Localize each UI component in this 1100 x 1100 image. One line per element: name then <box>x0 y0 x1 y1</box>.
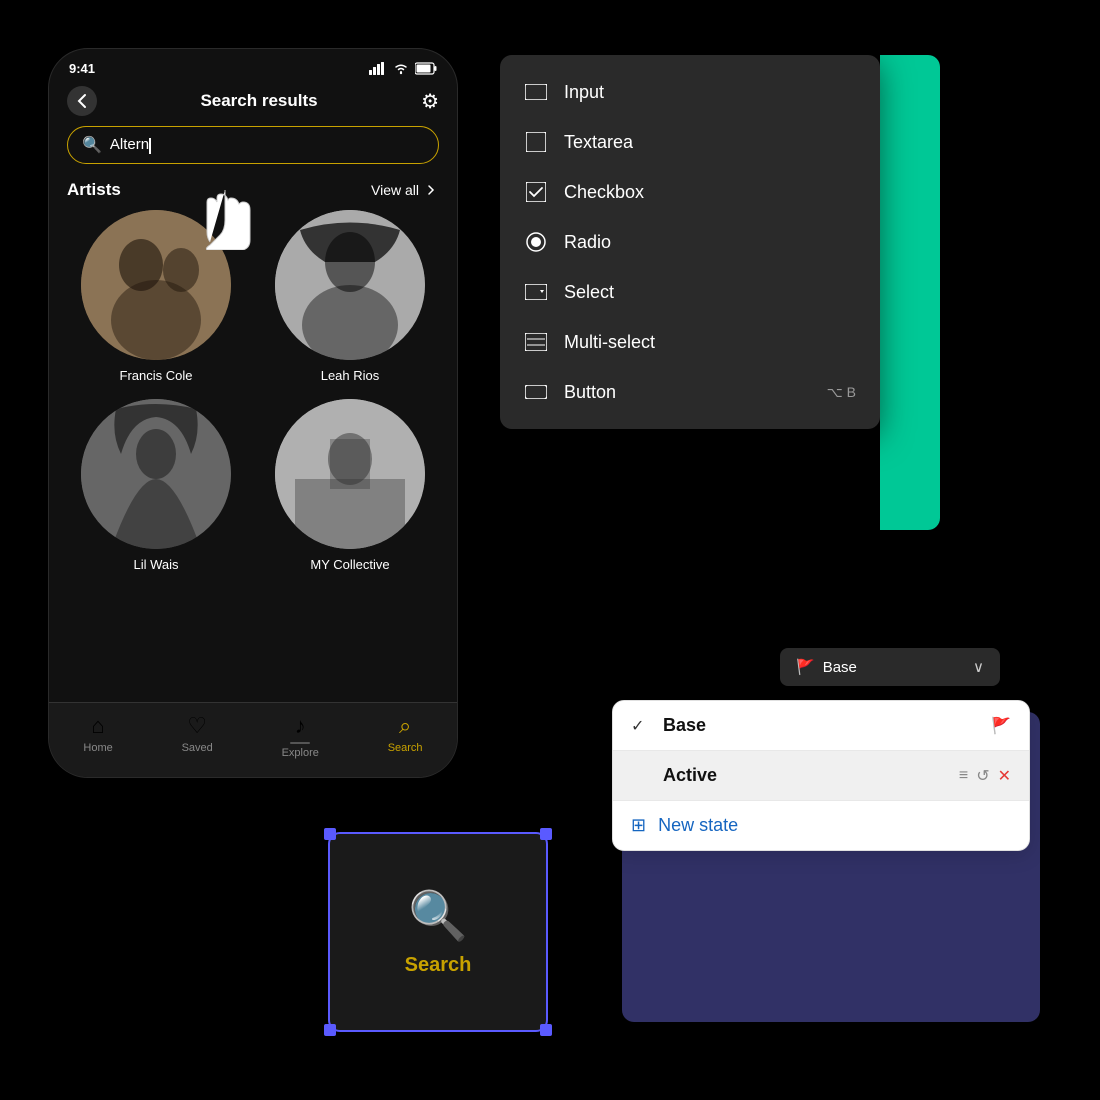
saved-icon: ♡ <box>187 713 207 739</box>
list-item[interactable]: Francis Cole <box>67 210 245 383</box>
checkbox-icon <box>524 180 548 204</box>
nav-home-label: Home <box>83 742 112 754</box>
add-state-icon: ⊞ <box>631 815 646 836</box>
artist-name: MY Collective <box>310 557 389 572</box>
radio-label: Radio <box>564 232 856 253</box>
resize-handle-tr[interactable] <box>540 828 552 840</box>
search-widget: 🔍 Search <box>328 832 548 1032</box>
nav-saved-label: Saved <box>182 742 213 754</box>
button-icon <box>524 380 548 404</box>
status-time: 9:41 <box>69 61 95 76</box>
phone-header: Search results ⚙ <box>49 80 457 124</box>
reorder-icon[interactable]: ≡ <box>959 767 968 785</box>
select-icon <box>524 280 548 304</box>
new-state-label: New state <box>658 815 738 836</box>
button-shortcut: ⌥ B <box>827 384 856 401</box>
dropdown-item-radio[interactable]: Radio <box>500 217 880 267</box>
nav-explore[interactable]: ♪ Explore <box>282 713 319 759</box>
list-item[interactable]: Lil Wais <box>67 399 245 572</box>
list-item[interactable]: MY Collective <box>261 399 439 572</box>
back-button[interactable] <box>67 86 97 116</box>
settings-button[interactable]: ⚙ <box>421 89 439 114</box>
artist-name: Lil Wais <box>133 557 178 572</box>
dropdown-item-multiselect[interactable]: Multi-select <box>500 317 880 367</box>
artists-title: Artists <box>67 180 121 200</box>
state-actions: ≡ ↺ ✕ <box>959 766 1011 786</box>
base-state-name: Base <box>663 715 979 736</box>
resize-handle-br[interactable] <box>540 1024 552 1036</box>
artist-name: Leah Rios <box>321 368 380 383</box>
wifi-icon <box>393 62 409 75</box>
state-row-new[interactable]: ⊞ New state <box>613 801 1029 850</box>
multiselect-label: Multi-select <box>564 332 856 353</box>
textarea-label: Textarea <box>564 132 856 153</box>
search-nav-icon: ⌕ <box>399 713 411 739</box>
artists-section-header: Artists View all <box>49 176 457 210</box>
avatar <box>275 210 425 360</box>
component-dropdown: Input Textarea Checkbox Radio Select Mul… <box>500 55 880 429</box>
explore-icon: ♪ <box>295 713 306 739</box>
flag-icon: 🚩 <box>796 658 815 676</box>
base-flag-icon: 🚩 <box>991 716 1011 736</box>
state-row-active[interactable]: ✓ Active ≡ ↺ ✕ <box>613 751 1029 801</box>
check-icon: ✓ <box>631 716 651 736</box>
reset-icon[interactable]: ↺ <box>976 766 989 786</box>
status-icons <box>369 62 437 75</box>
chevron-down-icon: ∨ <box>973 658 984 676</box>
search-icon: 🔍 <box>82 135 102 155</box>
state-dropdown-label: Base <box>823 659 857 676</box>
dropdown-item-checkbox[interactable]: Checkbox <box>500 167 880 217</box>
input-label: Input <box>564 82 856 103</box>
active-state-name: Active <box>663 765 947 786</box>
search-widget-label: Search <box>405 954 472 977</box>
state-panel: ✓ Base 🚩 ✓ Active ≡ ↺ ✕ ⊞ New state <box>612 700 1030 851</box>
resize-handle-tl[interactable] <box>324 828 336 840</box>
view-all-button[interactable]: View all <box>371 182 439 198</box>
radio-icon <box>524 230 548 254</box>
state-dropdown-button[interactable]: 🚩 Base ∨ <box>780 648 1000 686</box>
avatar <box>81 210 231 360</box>
list-item[interactable]: Leah Rios <box>261 210 439 383</box>
green-accent-bar <box>880 55 940 530</box>
dropdown-item-input[interactable]: Input <box>500 67 880 117</box>
bottom-nav: ⌂ Home ♡ Saved ♪ Explore ⌕ Search <box>49 702 457 777</box>
phone-mockup: 9:41 <box>48 48 458 778</box>
search-input[interactable]: Altern <box>110 136 424 153</box>
checkbox-label: Checkbox <box>564 182 856 203</box>
search-widget-icon: 🔍 <box>408 887 468 944</box>
artists-grid: Francis Cole Leah Rios <box>49 210 457 572</box>
delete-icon[interactable]: ✕ <box>998 766 1011 786</box>
nav-home[interactable]: ⌂ Home <box>83 713 112 759</box>
nav-search-label: Search <box>388 742 423 754</box>
signal-icon <box>369 62 387 75</box>
dropdown-item-select[interactable]: Select <box>500 267 880 317</box>
select-label: Select <box>564 282 856 303</box>
artist-name: Francis Cole <box>120 368 193 383</box>
status-bar: 9:41 <box>49 49 457 80</box>
input-icon <box>524 80 548 104</box>
avatar <box>81 399 231 549</box>
resize-handle-bl[interactable] <box>324 1024 336 1036</box>
dropdown-item-textarea[interactable]: Textarea <box>500 117 880 167</box>
page-title: Search results <box>200 91 317 111</box>
avatar <box>275 399 425 549</box>
search-bar[interactable]: 🔍 Altern <box>67 126 439 164</box>
nav-search[interactable]: ⌕ Search <box>388 713 423 759</box>
button-label: Button <box>564 382 811 403</box>
nav-explore-label: Explore <box>282 747 319 759</box>
dropdown-item-button[interactable]: Button ⌥ B <box>500 367 880 417</box>
nav-saved[interactable]: ♡ Saved <box>182 713 213 759</box>
state-row-base[interactable]: ✓ Base 🚩 <box>613 701 1029 751</box>
home-icon: ⌂ <box>91 713 104 739</box>
multiselect-icon <box>524 330 548 354</box>
textarea-icon <box>524 130 548 154</box>
battery-icon <box>415 62 437 75</box>
